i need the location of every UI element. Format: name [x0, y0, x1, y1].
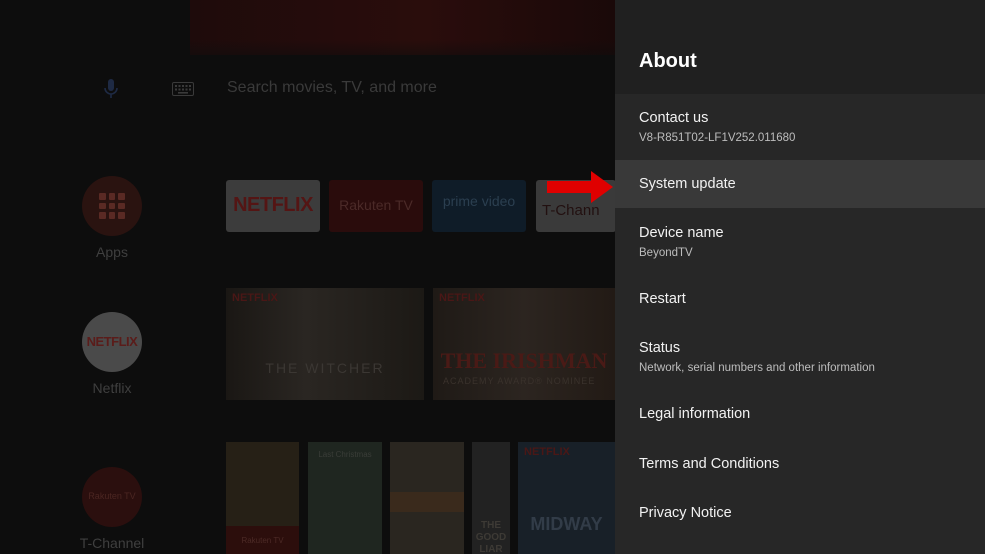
sidebar-item-apps[interactable]: Apps: [70, 176, 154, 260]
menu-item-label: Contact us: [639, 110, 709, 126]
sidebar-item-t-channel[interactable]: Rakuten TV T-Channel: [70, 467, 154, 551]
sidebar-item-label: Apps: [96, 244, 128, 260]
search-placeholder[interactable]: Search movies, TV, and more: [227, 79, 437, 97]
about-settings-panel: About Contact us V8-R851T02-LF1V252.0116…: [615, 0, 985, 554]
apps-icon: [82, 176, 142, 236]
sidebar-item-label: Netflix: [92, 380, 132, 396]
device-name-value: BeyondTV: [639, 247, 693, 259]
menu-item-label: Terms and Conditions: [639, 456, 780, 472]
menu-item-legal-information[interactable]: Legal information: [615, 392, 985, 440]
tv-screen: Search movies, TV, and more Apps NETFLIX…: [0, 0, 985, 554]
menu-item-label: Privacy Notice: [639, 505, 732, 521]
sidebar-item-label: T-Channel: [79, 535, 145, 551]
app-tile-netflix[interactable]: NETFLIX: [226, 180, 320, 232]
menu-item-label: Legal information: [639, 406, 751, 422]
app-tile-rakuten-tv[interactable]: Rakuten TV: [329, 180, 423, 232]
rakuten-logo-icon: Rakuten TV: [82, 467, 142, 527]
panel-title: About: [639, 50, 697, 72]
keyboard-icon[interactable]: [172, 82, 194, 96]
featured-tile-the-irishman[interactable]: NETFLIX THE IRISHMAN ACADEMY AWARD® NOMI…: [433, 288, 615, 400]
menu-item-status[interactable]: Status Network, serial numbers and other…: [615, 328, 985, 388]
app-tile-prime-video[interactable]: prime video: [432, 180, 526, 232]
menu-item-system-update[interactable]: System update: [615, 160, 985, 208]
movie-tile[interactable]: Rakuten TV: [226, 442, 299, 554]
red-arrow-icon: [547, 171, 613, 203]
status-description: Network, serial numbers and other inform…: [639, 362, 875, 374]
movie-tile-midway[interactable]: NETFLIX MIDWAY: [518, 442, 615, 554]
movie-tile[interactable]: [390, 442, 464, 554]
menu-item-label: Status: [639, 340, 681, 356]
panel-header: About: [615, 0, 985, 94]
sidebar-item-netflix[interactable]: NETFLIX Netflix: [70, 312, 154, 396]
menu-item-contact-us[interactable]: Contact us V8-R851T02-LF1V252.011680: [615, 94, 985, 158]
menu-item-restart[interactable]: Restart: [615, 276, 985, 324]
menu-item-label: System update: [639, 176, 736, 192]
microphone-icon[interactable]: [103, 78, 119, 100]
menu-item-privacy-notice[interactable]: Privacy Notice: [615, 491, 985, 539]
home-launcher: Search movies, TV, and more Apps NETFLIX…: [0, 0, 615, 554]
menu-item-terms-and-conditions[interactable]: Terms and Conditions: [615, 442, 985, 490]
menu-item-device-name[interactable]: Device name BeyondTV: [615, 212, 985, 272]
menu-item-label: Device name: [639, 225, 724, 241]
movie-tile-the-good-liar[interactable]: THE GOOD LIAR: [472, 442, 510, 554]
menu-item-label: Restart: [639, 291, 686, 307]
featured-tile-the-witcher[interactable]: NETFLIX THE WITCHER: [226, 288, 424, 400]
build-number: V8-R851T02-LF1V252.011680: [639, 132, 796, 144]
netflix-logo-icon: NETFLIX: [82, 312, 142, 372]
movie-tile-last-christmas[interactable]: Last Christmas: [308, 442, 382, 554]
